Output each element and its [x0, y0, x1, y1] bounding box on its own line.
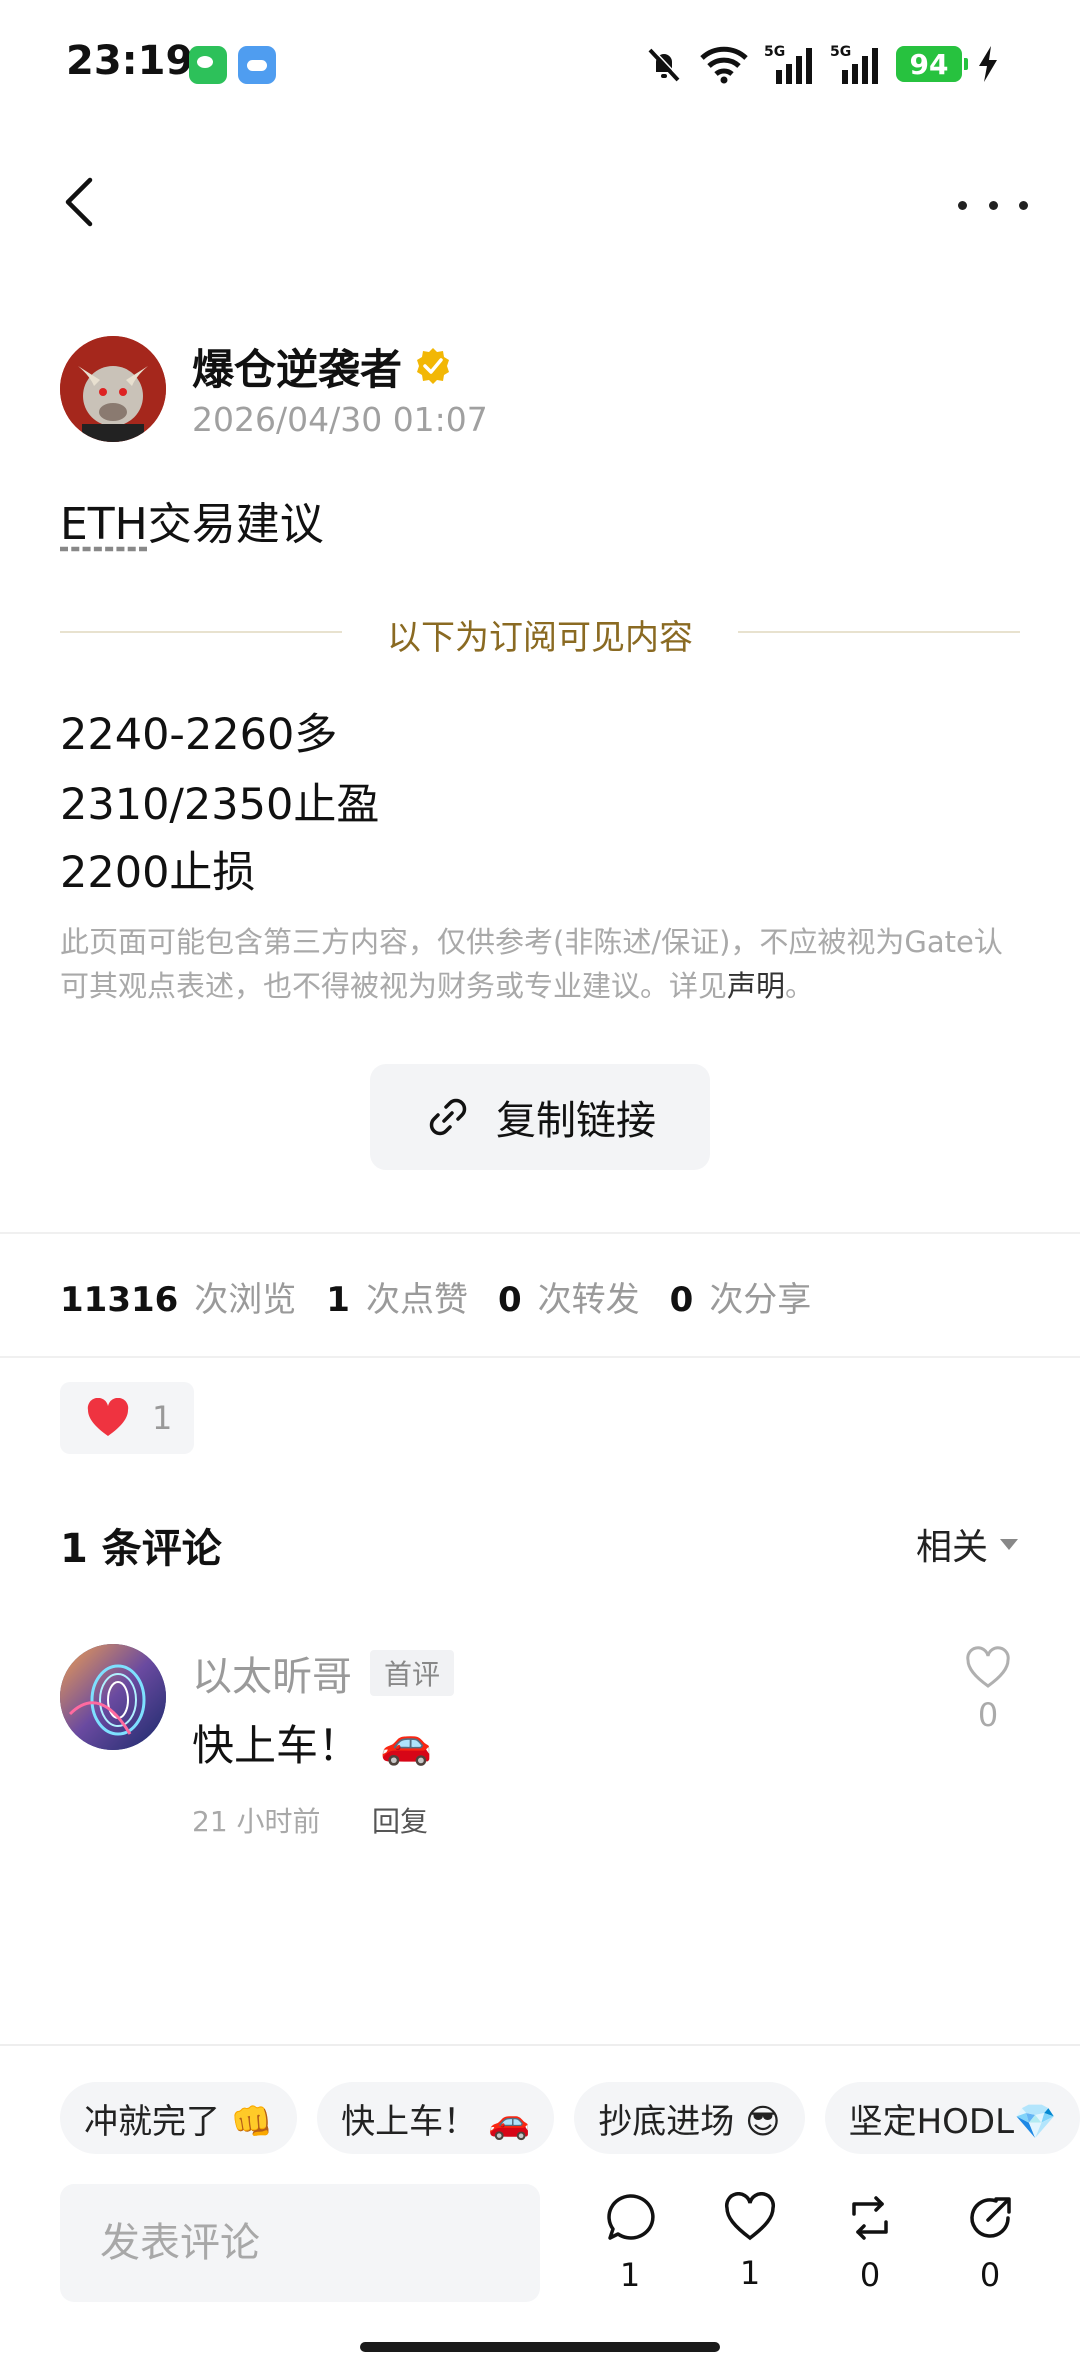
wifi-icon: [700, 46, 748, 84]
commenter-name[interactable]: 以太昕哥: [192, 1644, 352, 1702]
share-action-button[interactable]: 0: [950, 2192, 1030, 2294]
dot-icon: [1019, 200, 1028, 210]
comment-count: 1: [619, 2256, 641, 2294]
reposts-count: 0: [497, 1280, 522, 1320]
likes-count: 1: [326, 1280, 350, 1320]
reaction-count: 1: [152, 1399, 173, 1437]
heart-outline-icon: [966, 1646, 1010, 1688]
comments-heading: 1 条评论: [60, 1526, 222, 1572]
repost-action-button[interactable]: 0: [830, 2192, 910, 2294]
comment-text: 快上车！ 🚗: [192, 1712, 432, 1773]
post-line: 2200止损: [60, 848, 256, 898]
disclaimer-link[interactable]: 声明: [727, 969, 785, 1003]
likes-label: 次点赞: [365, 1280, 468, 1320]
heart-outline-icon: [724, 2192, 776, 2241]
share-icon: [970, 2197, 1011, 2238]
reply-button[interactable]: 回复: [372, 1800, 428, 1840]
verified-badge-icon: [417, 348, 449, 384]
battery-indicator: 94: [896, 46, 968, 82]
weather-notification-icon: [238, 46, 276, 84]
copy-link-button[interactable]: 复制链接: [370, 1064, 710, 1170]
back-button[interactable]: [52, 172, 112, 232]
cell-signal-icon: 5G: [764, 44, 812, 84]
commenter-avatar[interactable]: [60, 1644, 166, 1750]
chevron-left-icon: [65, 177, 93, 227]
mute-bell-icon: [648, 47, 681, 82]
quick-reply-chip[interactable]: 坚定HODL💎: [824, 2082, 1080, 2154]
post-title: ETH交易建议: [60, 488, 324, 552]
section-divider: [0, 1232, 1080, 1234]
cell-signal-icon-2: 5G: [830, 44, 878, 84]
disclaimer-body: 此页面可能包含第三方内容，仅供参考(非陈述/保证)，不应被视为Gate认可其观点…: [60, 925, 1003, 1003]
author-name[interactable]: 爆仓逆袭者: [192, 336, 402, 397]
comment-like-button[interactable]: 0: [958, 1646, 1018, 1734]
share-count: 0: [979, 2256, 1001, 2294]
sort-label: 相关: [915, 1527, 988, 1568]
status-time: 23:19: [66, 38, 194, 84]
wechat-notification-icon: [189, 46, 227, 84]
disclaimer-text: 此页面可能包含第三方内容，仅供参考(非陈述/保证)，不应被视为Gate认可其观点…: [60, 920, 1026, 1008]
car-emoji-icon: 🚗: [380, 1717, 433, 1767]
caret-down-icon: [1000, 1538, 1018, 1550]
comment-body: 快上车！: [192, 1721, 361, 1770]
copy-link-label: 复制链接: [496, 1098, 656, 1144]
reposts-label: 次转发: [537, 1280, 640, 1320]
post-timestamp: 2026/04/30 01:07: [192, 400, 488, 439]
bull-avatar-icon: [60, 336, 166, 442]
heart-icon: [87, 1398, 129, 1436]
post-line: 2240-2260多: [60, 710, 338, 760]
quick-replies: 冲就完了 👊 快上车！ 🚗 抄底进场 😎 坚定HODL💎: [60, 2082, 1080, 2156]
comment-time: 21 小时前: [192, 1805, 321, 1838]
status-bar: 23:19 5G 5G 94: [0, 0, 1080, 130]
divider-line: [60, 631, 342, 633]
home-indicator[interactable]: [360, 2342, 720, 2352]
svg-text:5G: 5G: [764, 44, 785, 60]
dot-icon: [958, 200, 967, 210]
sort-dropdown[interactable]: 相关: [916, 1518, 1018, 1570]
status-icons: 5G 5G 94: [644, 40, 1000, 88]
comment-like-count: 0: [977, 1696, 999, 1734]
shares-label: 次分享: [709, 1280, 812, 1320]
charging-bolt-icon: [979, 46, 997, 82]
heart-reaction-chip[interactable]: 1: [60, 1382, 194, 1454]
views-label: 次浏览: [194, 1280, 297, 1320]
comment-action-button[interactable]: 1: [590, 2192, 670, 2294]
svg-text:5G: 5G: [830, 44, 851, 60]
more-options-button[interactable]: [958, 180, 1028, 230]
quick-reply-chip[interactable]: 快上车！ 🚗: [317, 2082, 555, 2154]
quick-reply-chip[interactable]: 抄底进场 😎: [574, 2082, 805, 2154]
ticker-link[interactable]: ETH: [60, 499, 148, 550]
like-action-button[interactable]: 1: [710, 2192, 790, 2292]
views-count: 11316: [60, 1280, 179, 1320]
link-icon: [429, 1098, 467, 1136]
swirl-avatar-icon: [60, 1644, 166, 1750]
dot-icon: [988, 200, 998, 210]
bottom-bar-divider: [0, 2044, 1080, 2046]
like-count: 1: [739, 2254, 761, 2292]
disclaimer-end: 。: [785, 969, 815, 1003]
repost-count: 0: [859, 2256, 881, 2294]
quick-reply-chip[interactable]: 冲就完了 👊: [60, 2082, 298, 2154]
comment-input[interactable]: [60, 2184, 540, 2302]
repost-icon: [852, 2196, 888, 2240]
post-line: 2310/2350止盈: [60, 780, 380, 830]
section-divider: [0, 1356, 1080, 1358]
post-stats: 11316 次浏览 1 次点赞 0 次转发 0 次分享: [60, 1272, 841, 1321]
subscription-divider-label: 以下为订阅可见内容: [387, 618, 693, 658]
post-title-text: 交易建议: [147, 499, 324, 550]
shares-count: 0: [669, 1280, 694, 1320]
divider-line: [738, 631, 1020, 633]
first-comment-badge: 首评: [370, 1650, 455, 1696]
author-avatar[interactable]: [60, 336, 166, 442]
comment-bubble-icon: [607, 2194, 655, 2240]
